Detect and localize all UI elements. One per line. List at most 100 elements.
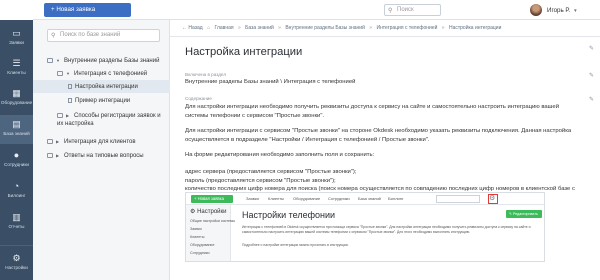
screenshot-sidebar-item: Сотрудники xyxy=(190,251,210,255)
screenshot-sidebar-item: Оборудование xyxy=(190,243,215,247)
chevron-right-icon: ▶ xyxy=(56,139,60,144)
screenshot-title: Настройки телефонии xyxy=(242,210,336,220)
equipment-icon: ▦ xyxy=(12,88,21,98)
inbox-icon: ▭ xyxy=(12,28,21,38)
screenshot-menu-item: Оборудование xyxy=(293,196,321,201)
nav-item-knowledge-base[interactable]: ▤ База знаний xyxy=(0,115,33,144)
document-icon xyxy=(68,98,72,103)
document-icon xyxy=(68,84,72,89)
paragraph-3: На форме редактирования необходимо запол… xyxy=(185,152,375,158)
screenshot-user xyxy=(504,196,542,202)
global-search-input[interactable]: ⚲ Поиск xyxy=(384,4,441,16)
app-sidebar: ▭ Заявки ☰ Клиенты ▦ Оборудование ▤ База… xyxy=(0,20,33,280)
logo xyxy=(0,0,33,20)
breadcrumb: ← Назад ⌂ Главная » База знаний » Внутре… xyxy=(182,25,504,31)
screenshot-menu-item: Клиенты xyxy=(268,196,285,201)
gear-icon: ⚙ xyxy=(489,195,496,202)
crumb-internal[interactable]: Внутренние разделы Базы знаний xyxy=(285,25,365,31)
screenshot-sidebar-item: Общие настройки системы xyxy=(190,219,236,223)
tree-item-label: Настройка интеграции xyxy=(75,84,138,90)
folder-icon xyxy=(57,113,63,118)
crumb-separator: » xyxy=(278,25,281,31)
nav-item-clients[interactable]: ☰ Клиенты xyxy=(0,54,33,83)
paragraph-1: Для настройки интеграции необходимо полу… xyxy=(185,104,559,119)
tree-item-telephony[interactable]: ▼ Интеграция с телефонией xyxy=(57,71,147,77)
screenshot-menu-item: База знаний xyxy=(358,196,381,201)
chevron-down-icon: ▼ xyxy=(573,7,578,13)
tree-item-integration-example[interactable]: Пример интеграции xyxy=(68,98,130,104)
tree-item-label: Интеграция с телефонией xyxy=(74,71,148,77)
nav-label: Сотрудники xyxy=(4,162,29,167)
search-icon: ⚲ xyxy=(388,8,393,14)
tree-item-label: Пример интеграции xyxy=(75,98,131,104)
screenshot-text-2: Подробнее о настройке интеграции можно п… xyxy=(242,243,349,247)
screenshot-menu-item: Заявки xyxy=(246,196,259,201)
user-menu[interactable]: Игорь Р. ▼ xyxy=(530,3,578,17)
crumb-separator: » xyxy=(237,25,241,31)
chart-icon: ▥ xyxy=(12,212,21,222)
gear-icon: ⚙ xyxy=(12,253,21,263)
new-request-button[interactable]: + Новая заявка xyxy=(44,3,131,17)
nav-item-requests[interactable]: ▭ Заявки xyxy=(0,24,33,53)
crumb-telephony[interactable]: Интеграция с телефонией xyxy=(376,25,437,31)
section-label: Включена в раздел xyxy=(185,72,227,77)
gear-icon: ⚙ xyxy=(190,209,196,215)
nav-label: Оборудование xyxy=(0,100,33,105)
nav-label: Клиенты xyxy=(7,70,26,75)
tree-item-faq[interactable]: ▶ Ответы на типовые вопросы xyxy=(47,153,144,159)
edit-title-icon[interactable]: ✎ xyxy=(589,45,594,52)
nav-item-billing[interactable]: ◔ Биллинг xyxy=(0,177,33,206)
chevron-down-icon: ▼ xyxy=(66,71,70,76)
tree-item-setup-integration[interactable]: Настройка интеграции xyxy=(68,84,138,90)
folder-icon xyxy=(47,58,53,63)
edit-section-icon[interactable]: ✎ xyxy=(589,72,594,79)
nav-label: Биллинг xyxy=(7,193,26,198)
edit-content-icon[interactable]: ✎ xyxy=(589,96,594,103)
tree-item-label: Ответы на типовые вопросы xyxy=(64,153,144,159)
kb-search-input[interactable]: ⚲ Поиск по базе знаний xyxy=(47,29,160,42)
crumb-separator: » xyxy=(369,25,373,31)
screenshot-new-button: + Новая заявка xyxy=(191,195,233,203)
article-panel: ← Назад ⌂ Главная » База знаний » Внутре… xyxy=(170,20,600,280)
nav-item-equipment[interactable]: ▦ Оборудование xyxy=(0,84,33,113)
nav-item-reports[interactable]: ▥ Отчеты xyxy=(0,208,33,237)
paragraph-2: Для настройки интеграции с сервисом "Про… xyxy=(185,128,572,143)
user-name: Игорь Р. xyxy=(547,6,571,14)
tree-item-label: Интеграция для клиентов xyxy=(64,139,136,145)
nav-label: База знаний xyxy=(3,131,30,136)
tree-item-client-integration[interactable]: ▶ Интеграция для клиентов xyxy=(47,139,136,145)
nav-item-settings[interactable]: ⚙ Настройки xyxy=(0,249,33,278)
billing-icon: ◔ xyxy=(13,181,20,191)
search-icon: ⚲ xyxy=(51,33,56,39)
screenshot-sidebar-title: ⚙ Настройки xyxy=(190,208,226,215)
screenshot-search xyxy=(436,195,480,203)
folder-icon xyxy=(57,71,63,76)
back-link[interactable]: ← Назад xyxy=(182,25,203,31)
chevron-right-icon: ▶ xyxy=(66,113,70,118)
top-bar: + Новая заявка ⚲ Поиск Игорь Р. ▼ xyxy=(0,0,600,20)
screenshot-text-1: Интеграция с телефонией в Okdesk осущест… xyxy=(242,225,531,234)
content-label: Содержание xyxy=(185,96,212,101)
crumb-home[interactable]: Главная xyxy=(215,25,234,31)
crumb-current: Настройка интеграции xyxy=(448,25,502,31)
nav-divider xyxy=(0,245,33,246)
screenshot-sidebar-item: Заявки xyxy=(190,227,202,231)
employees-icon: ● xyxy=(13,150,20,160)
global-search-placeholder: Поиск xyxy=(397,7,414,13)
section-value: Внутренние разделы Базы знаний \ Интегра… xyxy=(185,79,356,85)
screenshot-sidebar: ⚙ Настройки Общие настройки системы Заяв… xyxy=(186,205,235,261)
tree-item-label: Способы регистрации заявок и их настройк… xyxy=(57,113,161,127)
clients-icon: ☰ xyxy=(12,58,21,68)
folder-icon xyxy=(47,139,53,144)
tree-item-registration-methods[interactable]: ▶ Способы регистрации заявок и их настрой… xyxy=(57,112,162,128)
book-icon: ▤ xyxy=(12,119,21,129)
tree-item-label: Внутренние разделы Базы знаний xyxy=(64,58,160,64)
kb-search-placeholder: Поиск по базе знаний xyxy=(60,32,121,38)
tree-item-internal-sections[interactable]: ▼ Внутренние разделы Базы знаний xyxy=(47,58,159,64)
avatar xyxy=(530,4,542,16)
folder-icon xyxy=(47,153,53,158)
nav-item-employees[interactable]: ● Сотрудники xyxy=(0,146,33,175)
header-divider xyxy=(170,36,600,37)
crumb-kb[interactable]: База знаний xyxy=(245,25,274,31)
chevron-right-icon: ▶ xyxy=(56,153,60,158)
